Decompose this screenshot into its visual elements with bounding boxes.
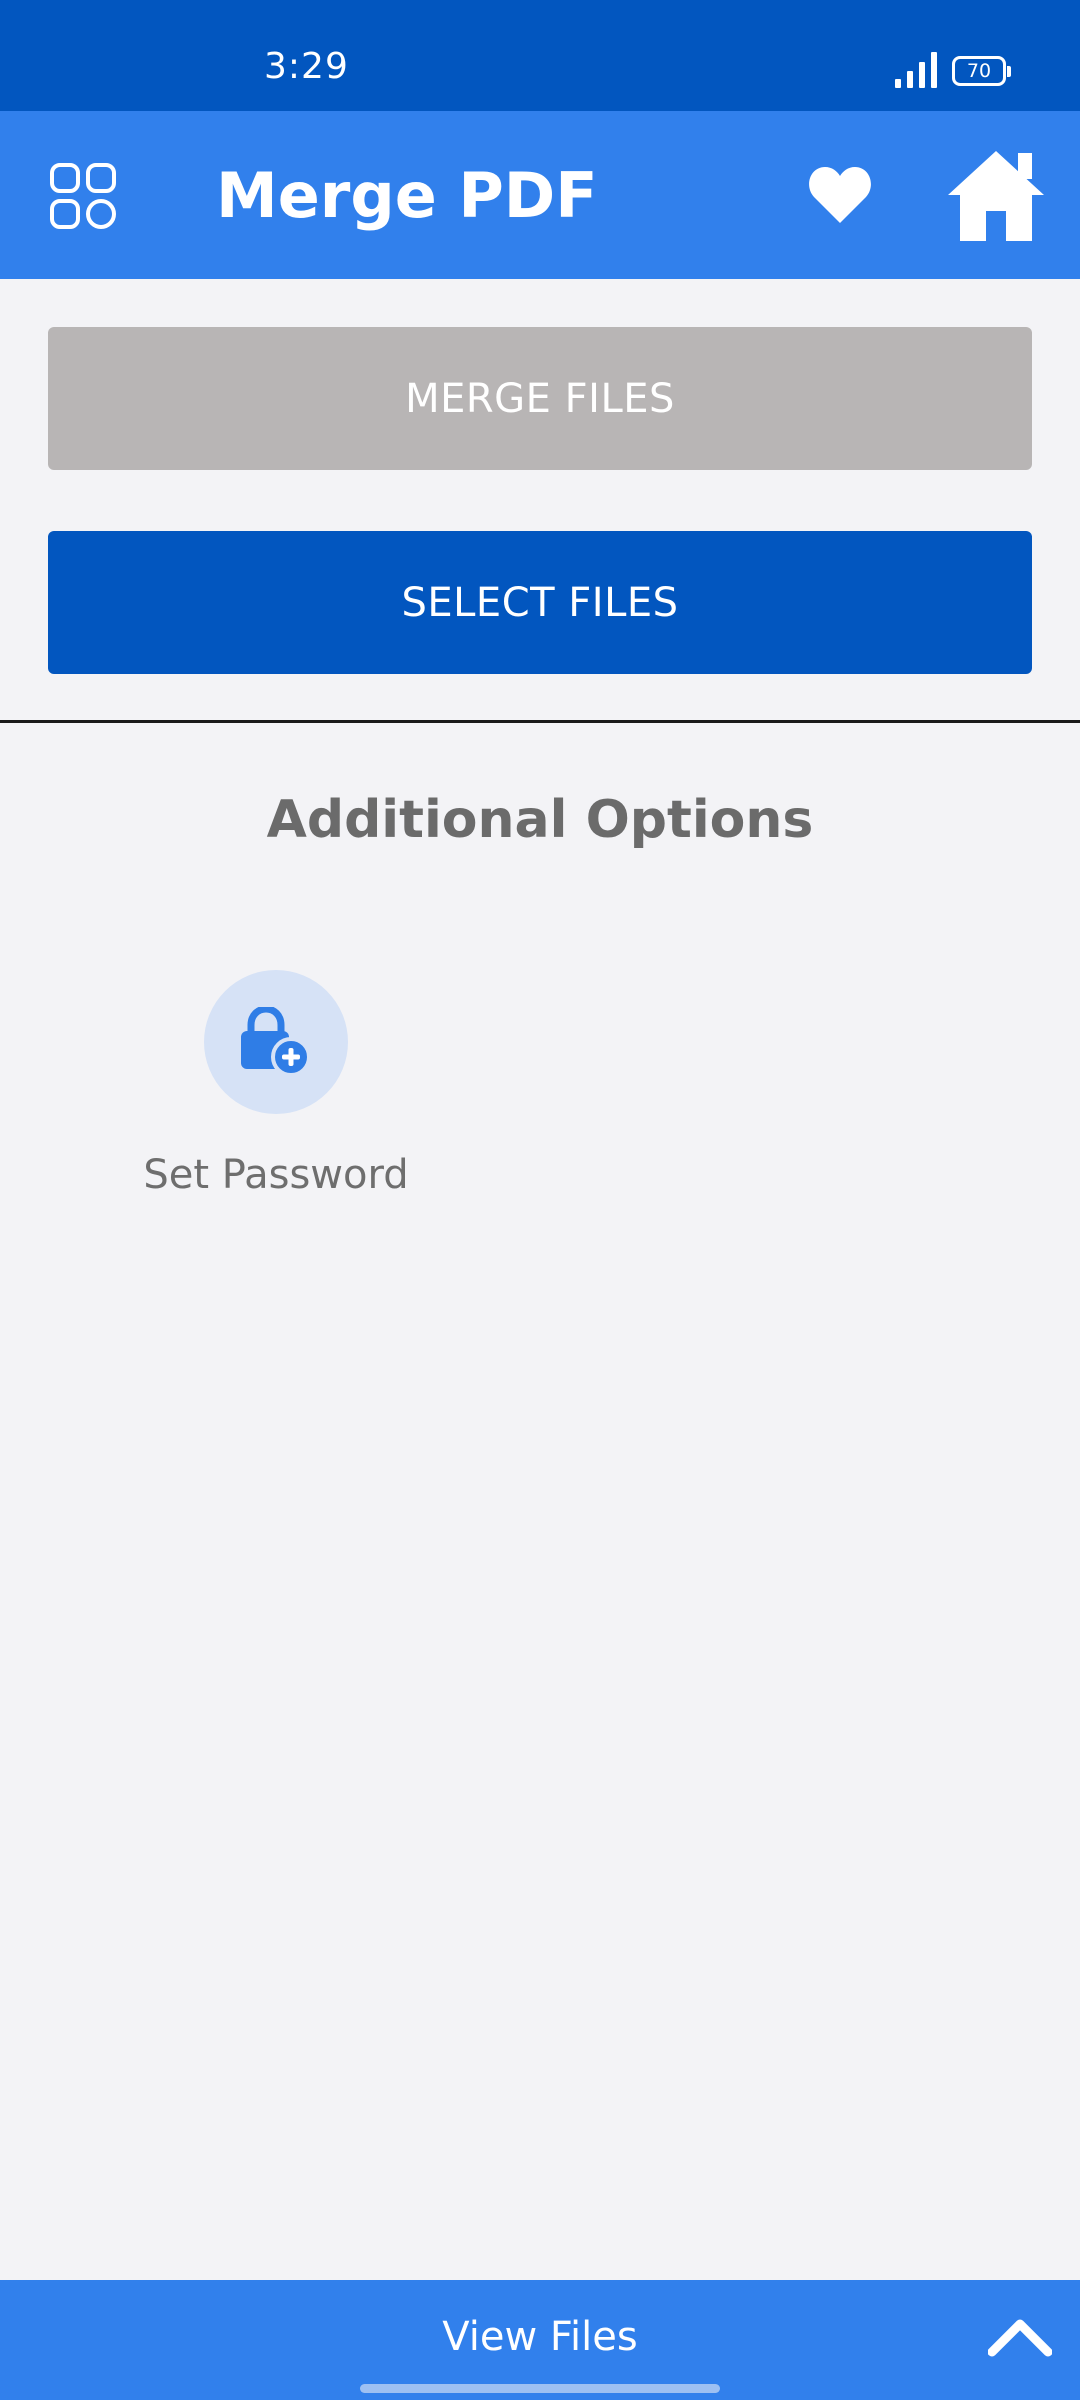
app-bar: Merge PDF	[0, 111, 1080, 279]
heart-icon[interactable]	[808, 165, 872, 225]
status-bar: 3:29 70	[0, 0, 1080, 111]
grid-menu-icon[interactable]	[50, 163, 116, 229]
battery-icon: 70	[952, 56, 1011, 86]
set-password-button[interactable]	[204, 970, 348, 1114]
battery-level: 70	[966, 60, 992, 82]
view-files-bar[interactable]: View Files	[0, 2280, 1080, 2400]
section-divider	[0, 720, 1080, 723]
chevron-up-icon[interactable]	[988, 2314, 1052, 2358]
home-icon[interactable]	[946, 147, 1046, 243]
lock-plus-icon	[241, 1007, 311, 1077]
select-files-button[interactable]: SELECT FILES	[48, 531, 1032, 674]
additional-options-title: Additional Options	[266, 790, 814, 850]
set-password-label[interactable]: Set Password	[100, 1152, 452, 1198]
select-files-label: SELECT FILES	[401, 579, 679, 626]
status-time: 3:29	[264, 46, 349, 87]
signal-bars-icon	[895, 52, 937, 88]
screen: 3:29 70 Merge PDF MERGE FILES SELECT FIL…	[0, 0, 1080, 2400]
home-indicator	[360, 2384, 720, 2393]
view-files-label: View Files	[442, 2314, 638, 2360]
merge-files-button[interactable]: MERGE FILES	[48, 327, 1032, 470]
page-title: Merge PDF	[216, 159, 598, 232]
merge-files-label: MERGE FILES	[405, 375, 675, 422]
